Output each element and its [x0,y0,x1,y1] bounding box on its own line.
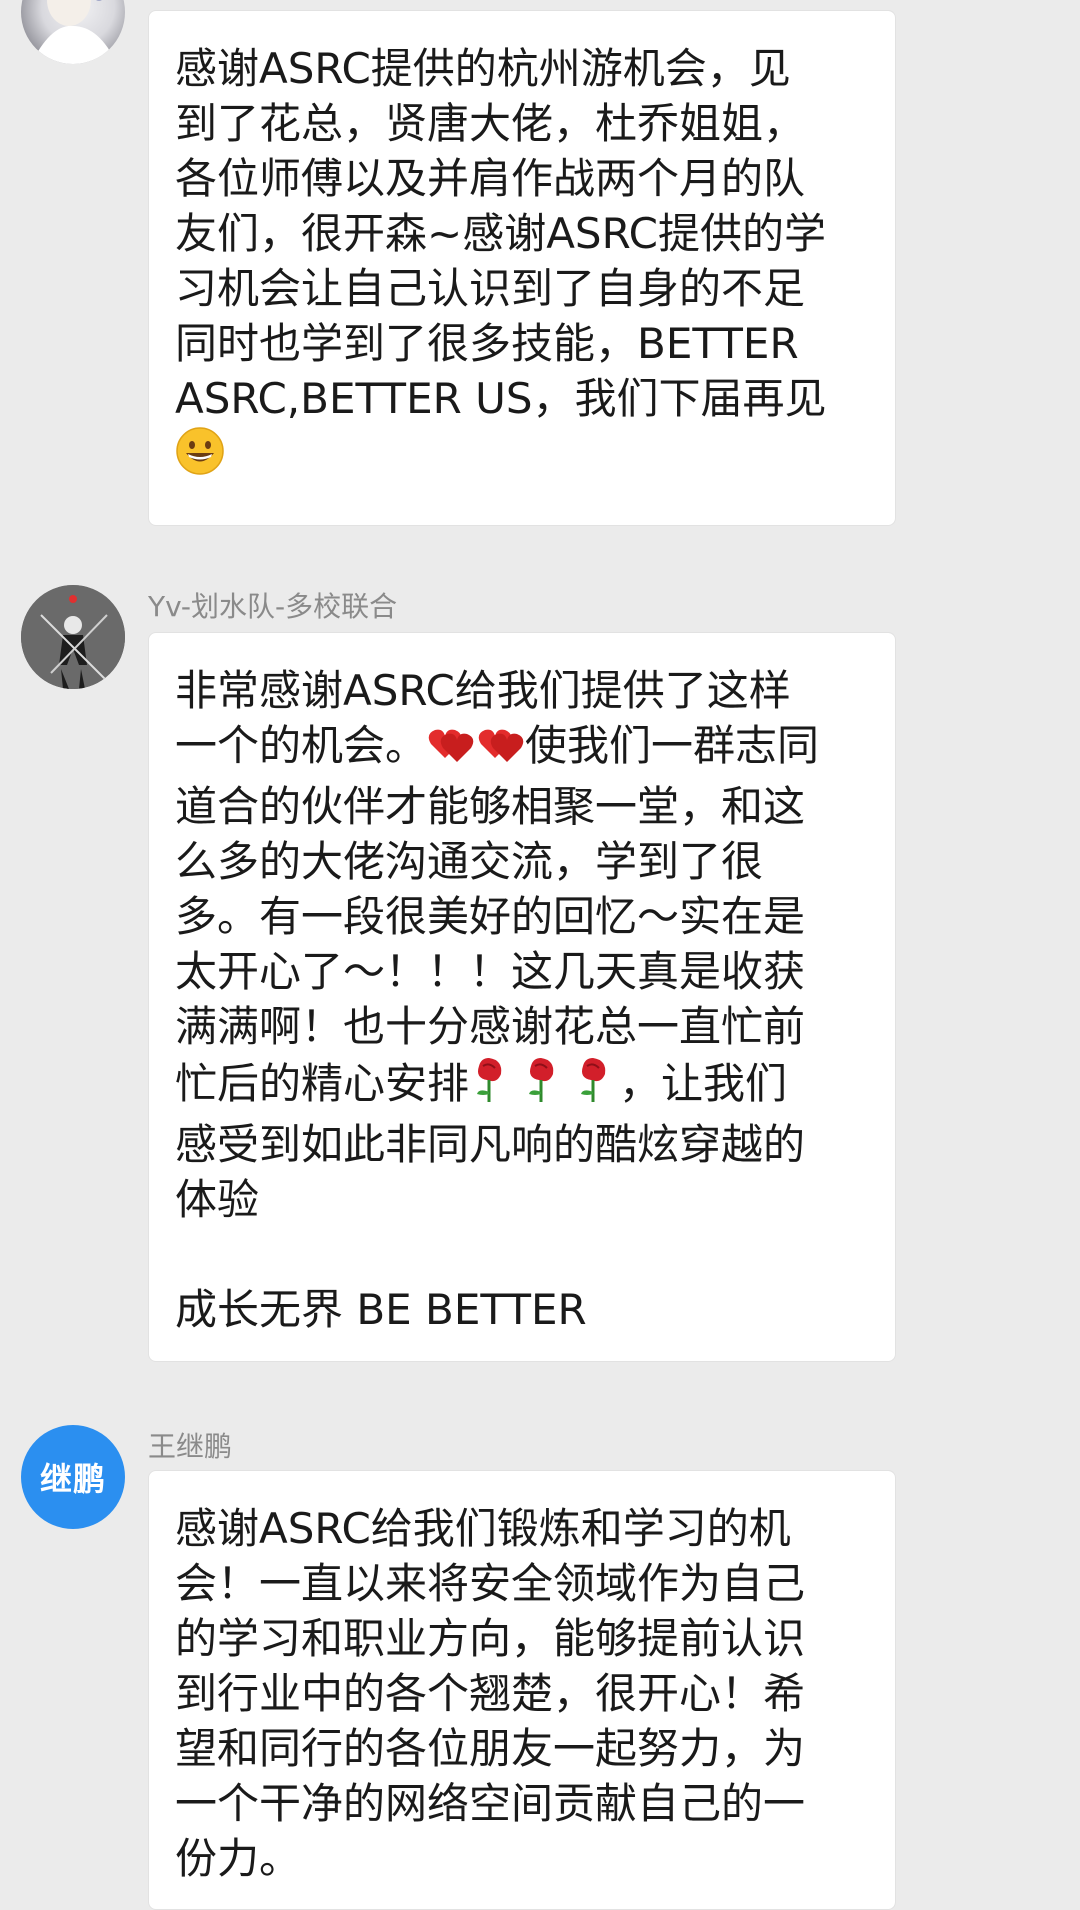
message-bubble[interactable]: 感谢ASRC给我们锻炼和学习的机 会！一直以来将安全领域作为自己 的学习和职业方… [148,1470,896,1910]
avatar-figure-icon [21,585,125,689]
chat-message-list[interactable]: 感谢ASRC提供的杭州游机会，见 到了花总，贤唐大佬，杜乔姐姐， 各位师傅以及并… [0,0,1080,1910]
two-hearts-emoji [427,720,525,779]
text-avatar[interactable]: 继鹏 [21,1425,125,1529]
message-text: 非常感谢ASRC给我们提供了这样 一个的机会。 使我们一群志同 道合的伙伴才能够相… [175,666,820,1334]
message-bubble[interactable]: 感谢ASRC提供的杭州游机会，见 到了花总，贤唐大佬，杜乔姐姐， 各位师傅以及并… [148,10,896,526]
avatar-label: 继鹏 [39,1460,106,1498]
sender-name: 王继鹏 [148,1430,233,1463]
swordsman-avatar[interactable] [21,585,125,689]
message-text: 感谢ASRC提供的杭州游机会，见 到了花总，贤唐大佬，杜乔姐姐， 各位师傅以及并… [175,41,869,489]
rose-emoji [469,1054,619,1117]
message-text: 感谢ASRC给我们锻炼和学习的机 会！一直以来将安全领域作为自己 的学习和职业方… [175,1504,806,1883]
sender-name: Yv-划水队-多校联合 [148,590,398,623]
message-bubble[interactable]: 非常感谢ASRC给我们提供了这样 一个的机会。 使我们一群志同 道合的伙伴才能够相… [148,632,896,1362]
grinning-face-emoji [175,426,225,489]
avatar-portrait-icon [31,0,117,64]
girl-portrait-avatar[interactable] [21,0,125,64]
